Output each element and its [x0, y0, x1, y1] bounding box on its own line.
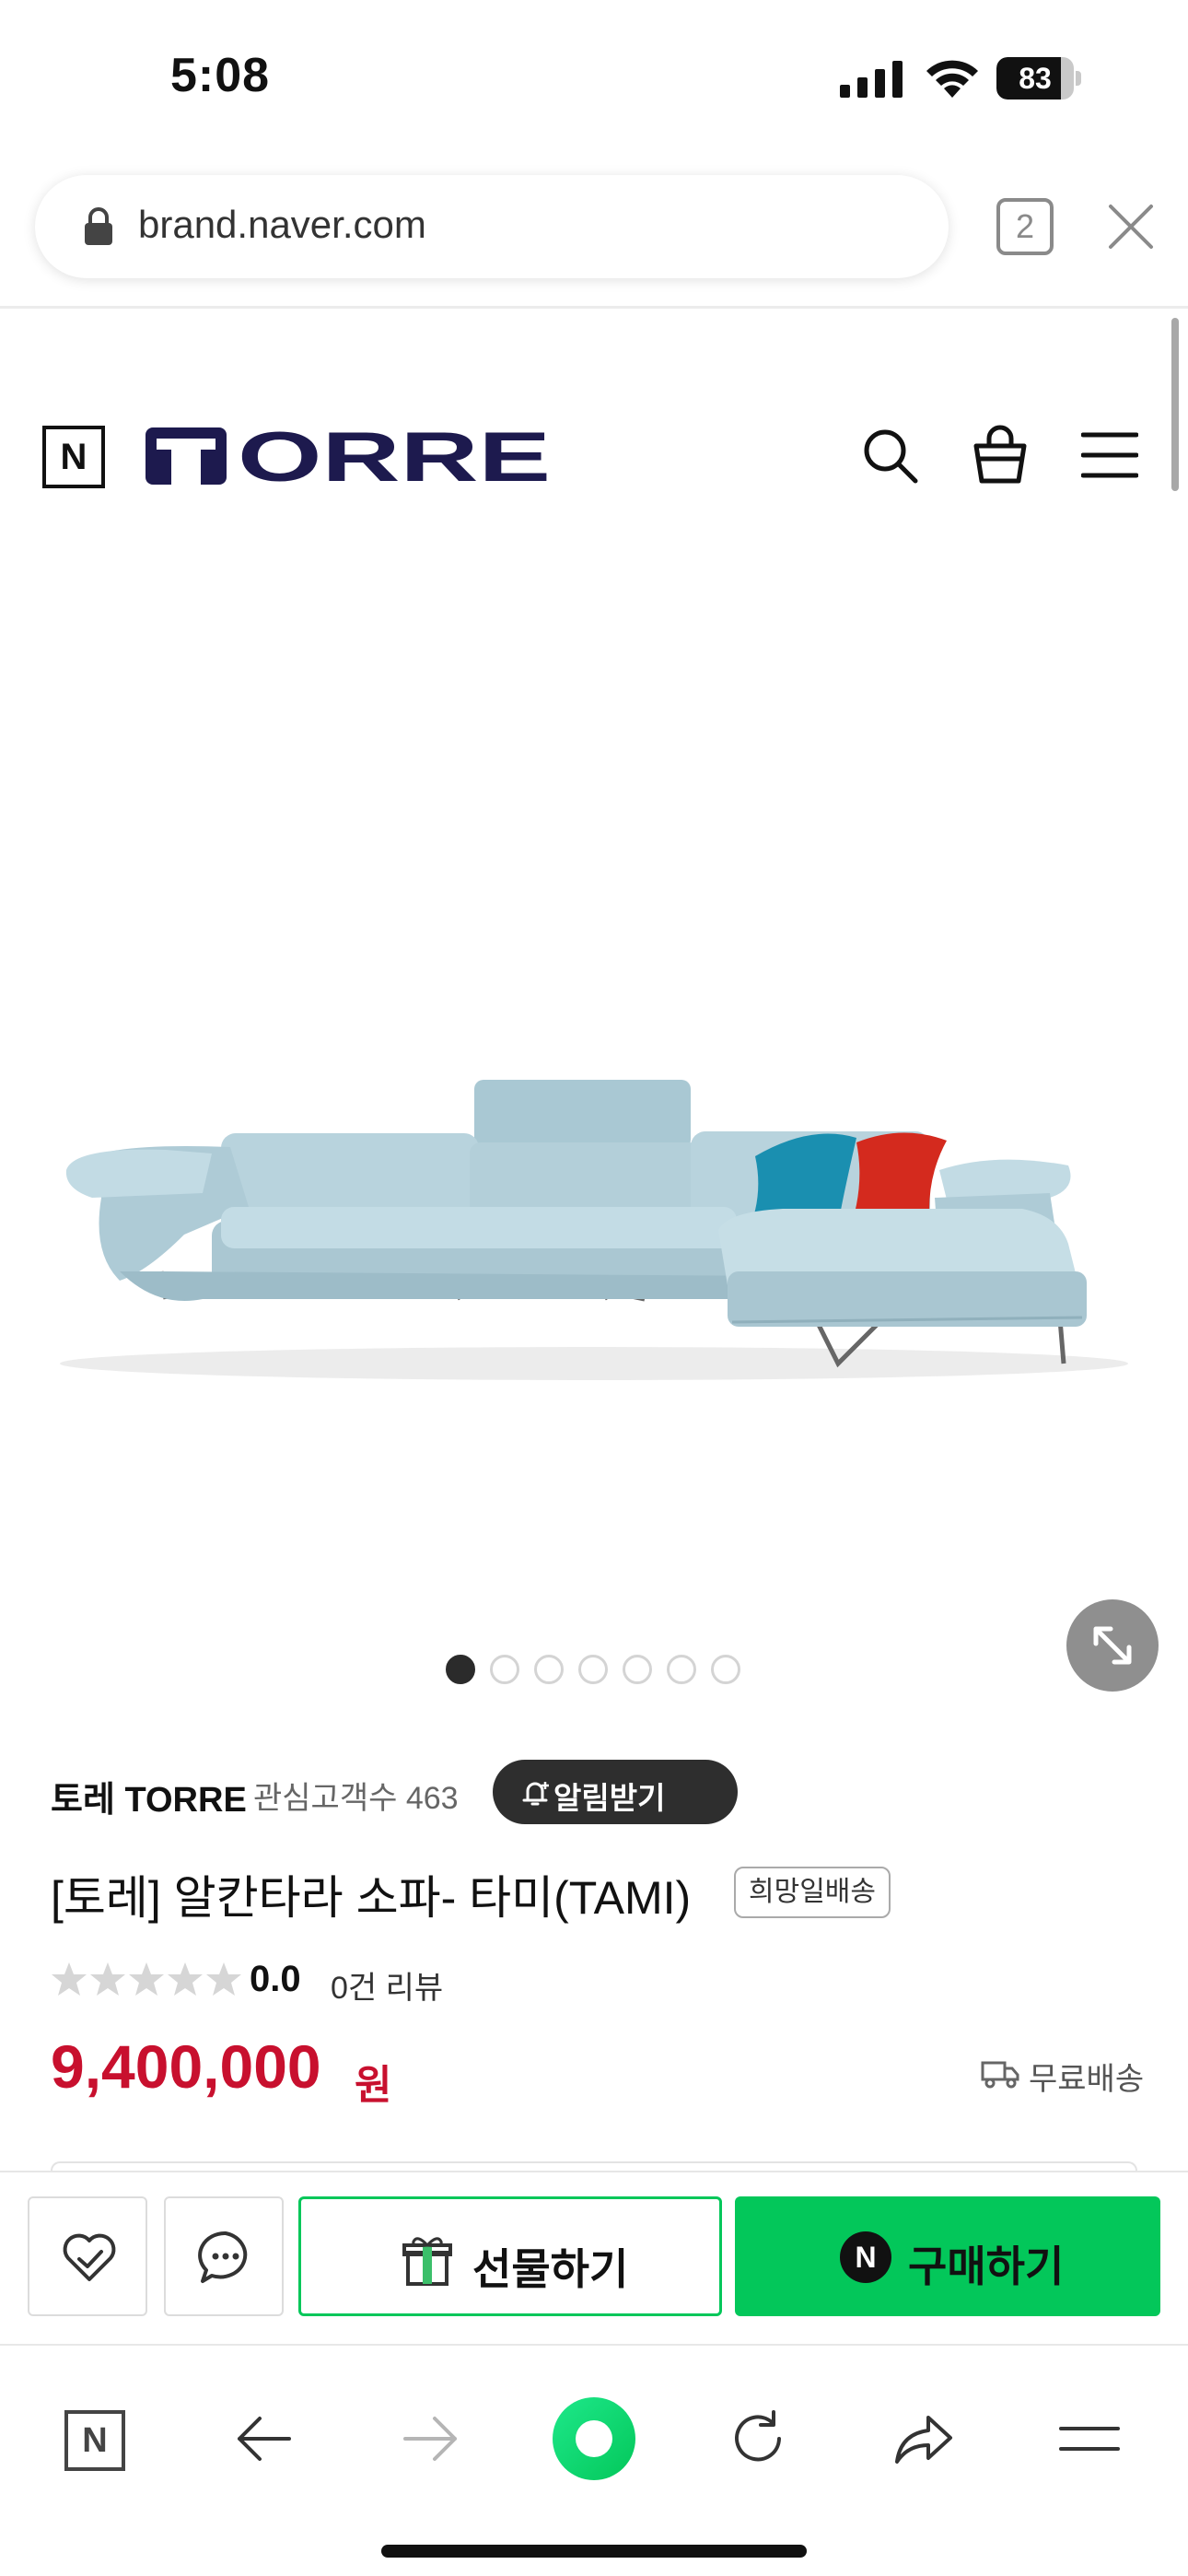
battery-level: 83 — [1019, 62, 1052, 95]
notify-button[interactable]: 알림받기 — [493, 1760, 738, 1824]
gift-icon — [402, 2237, 452, 2286]
heart-check-icon — [63, 2233, 116, 2281]
shopping-bag-icon[interactable] — [971, 424, 1030, 485]
brand-row: 토레 TORRE 관심고객수 463 알림받기 — [51, 1760, 1156, 1824]
hamburger-menu-icon[interactable] — [1081, 431, 1138, 479]
torre-logo[interactable]: ORRE — [146, 426, 551, 486]
truck-icon — [981, 2061, 1019, 2089]
back-icon[interactable] — [232, 2406, 297, 2471]
naver-n-logo: N — [60, 437, 87, 477]
home-indicator[interactable] — [381, 2545, 807, 2558]
gallery-pagination — [446, 1655, 740, 1684]
forward-icon[interactable] — [398, 2406, 462, 2471]
address-bar[interactable]: brand.naver.com — [35, 175, 949, 278]
rating-value: 0.0 — [250, 1959, 301, 1999]
reload-icon[interactable] — [726, 2406, 790, 2471]
battery-icon: 83 — [996, 57, 1081, 100]
toolbar-menu-icon[interactable] — [1057, 2406, 1122, 2471]
naver-home-button[interactable]: N — [42, 426, 105, 488]
gallery-dot[interactable] — [578, 1655, 608, 1684]
review-count[interactable]: 0건 리뷰 — [331, 1962, 443, 2008]
page-scrollbar[interactable] — [1171, 318, 1179, 491]
gift-button[interactable]: 선물하기 — [298, 2196, 722, 2316]
cellular-signal-icon — [840, 61, 903, 98]
delivery-badge: 희망일배송 — [734, 1867, 891, 1918]
gift-label: 선물하기 — [472, 2245, 629, 2293]
status-time: 5:08 — [170, 49, 271, 102]
status-bar: 5:08 83 — [0, 0, 1188, 157]
sofa-photo — [60, 1080, 1128, 1380]
tabs-button[interactable]: 2 — [996, 198, 1054, 255]
product-image[interactable] — [0, 534, 1188, 1692]
green-dot-icon[interactable] — [553, 2397, 635, 2480]
bell-plus-icon — [522, 1782, 549, 1806]
rating-row[interactable]: 0.0 0건 리뷰 — [51, 1953, 695, 2008]
naver-pay-badge: N — [855, 2241, 877, 2274]
gallery-dot[interactable] — [623, 1655, 652, 1684]
url-text: brand.naver.com — [138, 203, 426, 246]
gallery-dot[interactable] — [711, 1655, 740, 1684]
brand-name[interactable]: 토레 TORRE — [51, 1771, 247, 1821]
follower-count: 관심고객수 463 — [253, 1781, 459, 1816]
price-currency: 원 — [355, 2063, 392, 2108]
expand-icon — [1093, 1626, 1132, 1665]
browser-toolbar: N — [0, 2344, 1188, 2576]
close-icon[interactable] — [1105, 201, 1157, 252]
shipping-info: 무료배송 — [981, 2050, 1156, 2097]
notify-label: 알림받기 — [553, 1781, 666, 1815]
chat-bubble-icon — [198, 2231, 248, 2283]
purchase-action-bar: 선물하기 N 구매하기 — [0, 2171, 1188, 2344]
rating-stars — [52, 1962, 241, 1996]
share-icon[interactable] — [891, 2406, 956, 2471]
gallery-dot[interactable] — [667, 1655, 696, 1684]
buy-label: 구매하기 — [908, 2242, 1065, 2290]
shipping-label: 무료배송 — [1029, 2062, 1145, 2097]
svg-text:ORRE: ORRE — [238, 426, 551, 486]
gallery-dot[interactable] — [534, 1655, 564, 1684]
product-title: [토레] 알칸타라 소파- 타미(TAMI) — [51, 1872, 692, 1924]
product-price: 9,400,000 — [51, 2032, 321, 2101]
gallery-dot[interactable] — [490, 1655, 519, 1684]
wifi-icon — [926, 60, 978, 98]
expand-image-button[interactable] — [1066, 1599, 1159, 1692]
product-title-row: [토레] 알칸타라 소파- 타미(TAMI) 희망일배송 — [51, 1861, 1156, 1926]
buy-button[interactable]: N 구매하기 — [735, 2196, 1160, 2316]
talk-button[interactable] — [164, 2196, 284, 2316]
wishlist-button[interactable] — [28, 2196, 147, 2316]
home-badge: N — [82, 2421, 108, 2460]
address-bar-divider — [0, 306, 1188, 309]
naver-pay-icon: N — [840, 2231, 891, 2283]
home-icon[interactable]: N — [64, 2410, 125, 2471]
tab-count: 2 — [1015, 207, 1035, 245]
price-row: 9,400,000 원 무료배송 — [51, 2032, 1156, 2114]
search-icon[interactable] — [860, 426, 919, 485]
gallery-dot[interactable] — [446, 1655, 475, 1684]
lock-icon — [85, 207, 112, 245]
